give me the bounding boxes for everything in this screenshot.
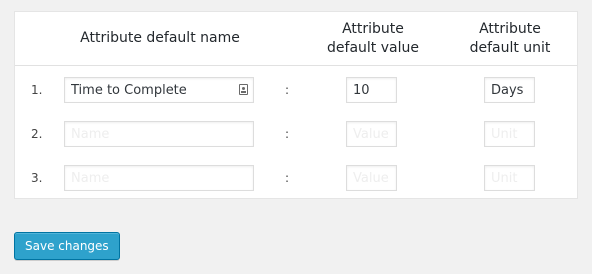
header-attribute-unit: Attribute default unit — [469, 21, 551, 56]
name-field-wrapper — [64, 165, 254, 191]
save-changes-button[interactable]: Save changes — [14, 232, 120, 260]
attribute-unit-input[interactable] — [484, 121, 535, 147]
table-row: 2. : — [15, 112, 577, 156]
separator-colon: : — [285, 171, 290, 185]
attribute-value-input[interactable] — [346, 77, 397, 103]
row-number: 2. — [31, 127, 43, 141]
attribute-name-input[interactable] — [64, 165, 254, 191]
attribute-value-input[interactable] — [346, 165, 397, 191]
attributes-table: Attribute default name Attribute default… — [14, 11, 578, 199]
separator-colon: : — [285, 127, 290, 141]
attribute-unit-input[interactable] — [484, 165, 535, 191]
table-row: 1. : — [15, 68, 577, 112]
attribute-name-input[interactable] — [64, 77, 254, 103]
row-number: 3. — [31, 171, 43, 185]
table-row: 3. : — [15, 156, 577, 200]
attribute-name-input[interactable] — [64, 121, 254, 147]
header-attribute-value: Attribute default value — [327, 21, 419, 56]
contact-card-icon[interactable] — [239, 84, 248, 95]
header-attribute-name: Attribute default name — [80, 30, 240, 46]
table-header: Attribute default name Attribute default… — [15, 12, 577, 66]
separator-colon: : — [285, 83, 290, 97]
attribute-unit-input[interactable] — [484, 77, 535, 103]
attribute-value-input[interactable] — [346, 121, 397, 147]
row-number: 1. — [31, 83, 43, 97]
name-field-wrapper — [64, 77, 254, 103]
name-field-wrapper — [64, 121, 254, 147]
